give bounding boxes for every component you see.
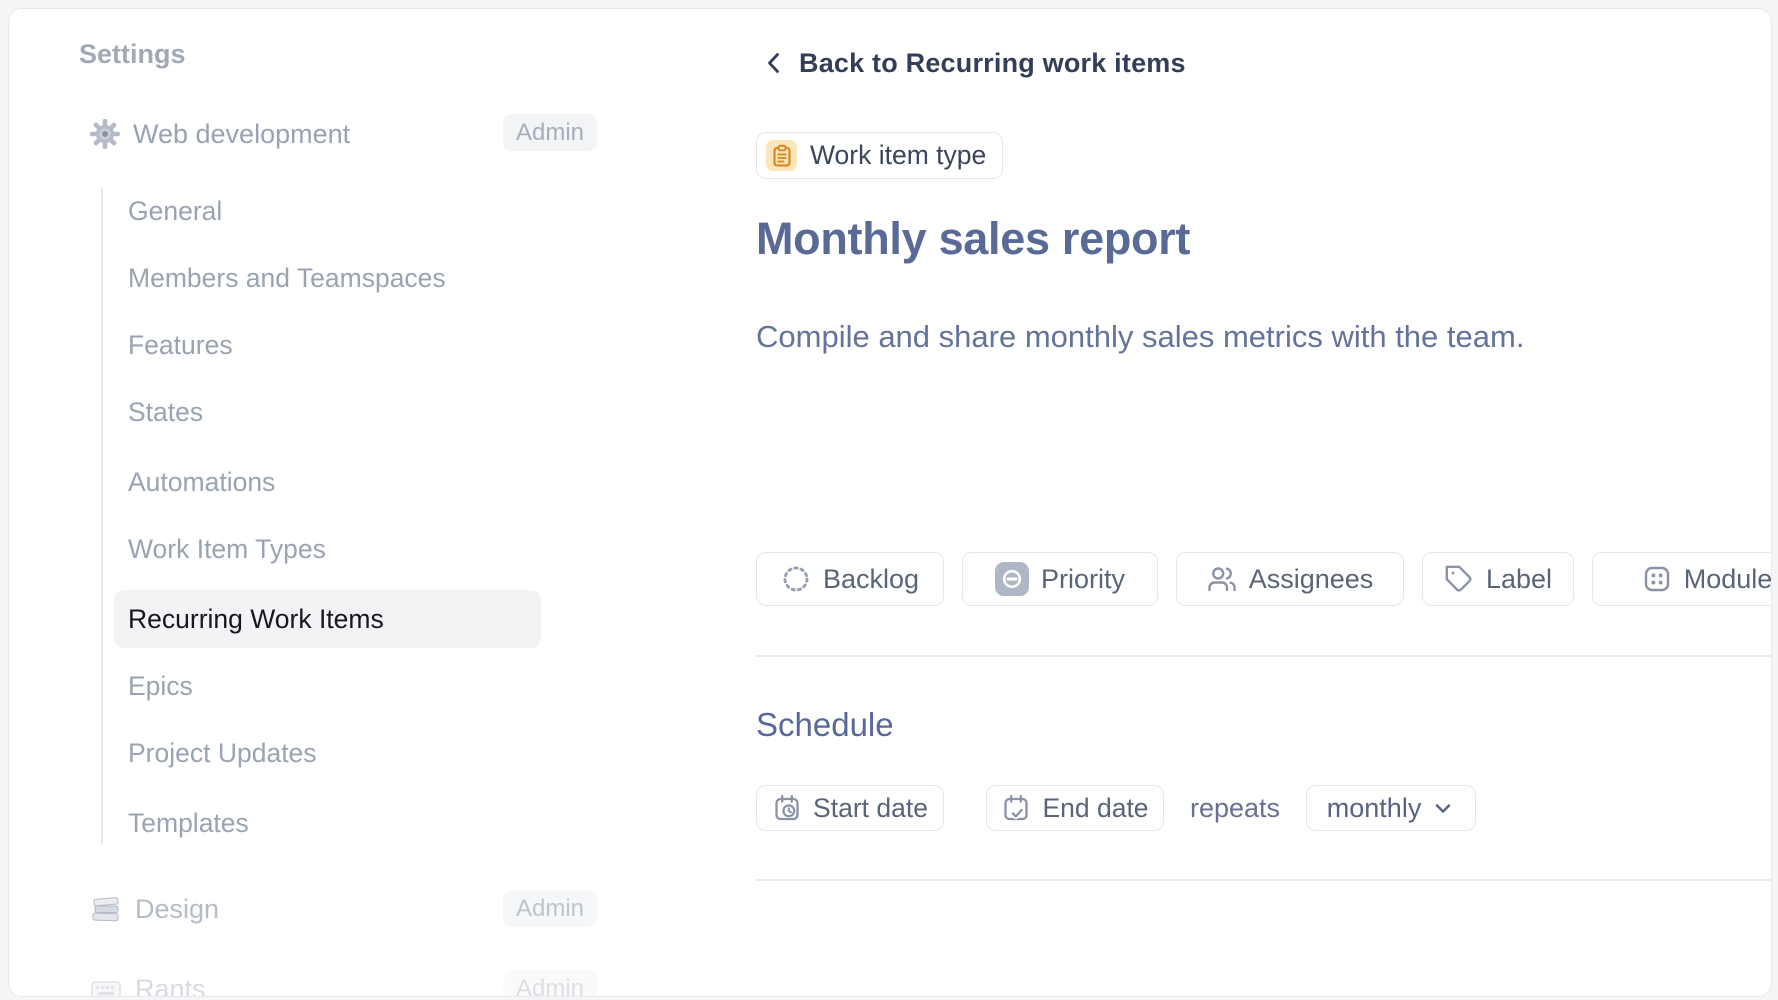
sidebar-project-web-development[interactable]: Web development [89,114,350,154]
priority-icon [995,562,1029,596]
sidebar-item-general[interactable]: General [128,191,222,231]
properties-row: Backlog Priority Assignees [756,552,1772,606]
books-icon [89,892,123,926]
priority-label: Priority [1041,564,1125,595]
frequency-dropdown[interactable]: monthly [1306,785,1476,831]
sidebar-item-members[interactable]: Members and Teamspaces [128,258,446,298]
work-item-type-badge[interactable]: Work item type [756,132,1003,179]
admin-role-badge: Admin [503,970,597,997]
calendar-clock-icon [772,793,802,823]
backlog-spinner-icon [781,564,811,594]
project-name: Web development [133,119,350,150]
template-description: Compile and share monthly sales metrics … [756,319,1524,355]
project-name: Rants [135,974,206,998]
end-date-button[interactable]: End date [986,785,1164,831]
chevron-left-icon [761,49,787,77]
label-label: Label [1486,564,1552,595]
section-divider [756,879,1772,881]
sidebar-project-rants[interactable]: Rants [89,969,206,997]
gear-icon [89,118,121,150]
sidebar-item-states[interactable]: States [128,392,203,432]
label-button[interactable]: Label [1422,552,1574,606]
sidebar-item-features[interactable]: Features [128,325,233,365]
back-label: Back to Recurring work items [799,48,1186,79]
sidebar-item-project-updates[interactable]: Project Updates [128,733,317,773]
admin-role-badge: Admin [503,890,597,927]
assignees-icon [1207,564,1237,594]
chevron-down-icon [1431,796,1455,820]
keyboard-icon [89,972,123,997]
work-item-type-label: Work item type [810,140,986,171]
schedule-heading: Schedule [756,706,894,744]
assignees-label: Assignees [1249,564,1374,595]
module-icon [1642,564,1672,594]
repeats-label: repeats [1190,793,1280,824]
clipboard-icon [766,140,797,171]
section-divider [756,655,1772,657]
assignees-button[interactable]: Assignees [1176,552,1404,606]
sidebar-item-work-item-types[interactable]: Work Item Types [128,529,326,569]
calendar-check-icon [1001,793,1031,823]
tag-icon [1444,564,1474,594]
template-title: Monthly sales report [756,213,1190,265]
sidebar-item-recurring-work-items[interactable]: Recurring Work Items [128,599,384,639]
settings-card: Settings [8,8,1772,997]
priority-button[interactable]: Priority [962,552,1158,606]
back-button[interactable]: Back to Recurring work items [761,43,1186,83]
settings-title: Settings [79,39,186,70]
start-date-button[interactable]: Start date [756,785,944,831]
sidebar-item-epics[interactable]: Epics [128,666,193,706]
frequency-value: monthly [1327,793,1422,824]
sidebar-item-automations[interactable]: Automations [128,462,275,502]
sidebar-project-design[interactable]: Design [89,889,219,929]
admin-role-badge: Admin [503,114,597,151]
schedule-row: Start date End date repeats monthly [756,785,1476,831]
sidebar-indent-guide [101,187,103,844]
state-label: Backlog [823,564,919,595]
module-label: Module [1684,564,1772,595]
module-button[interactable]: Module [1592,552,1772,606]
state-button[interactable]: Backlog [756,552,944,606]
project-name: Design [135,894,219,925]
end-date-label: End date [1042,793,1148,824]
sidebar-item-templates[interactable]: Templates [128,803,249,843]
start-date-label: Start date [813,793,928,824]
